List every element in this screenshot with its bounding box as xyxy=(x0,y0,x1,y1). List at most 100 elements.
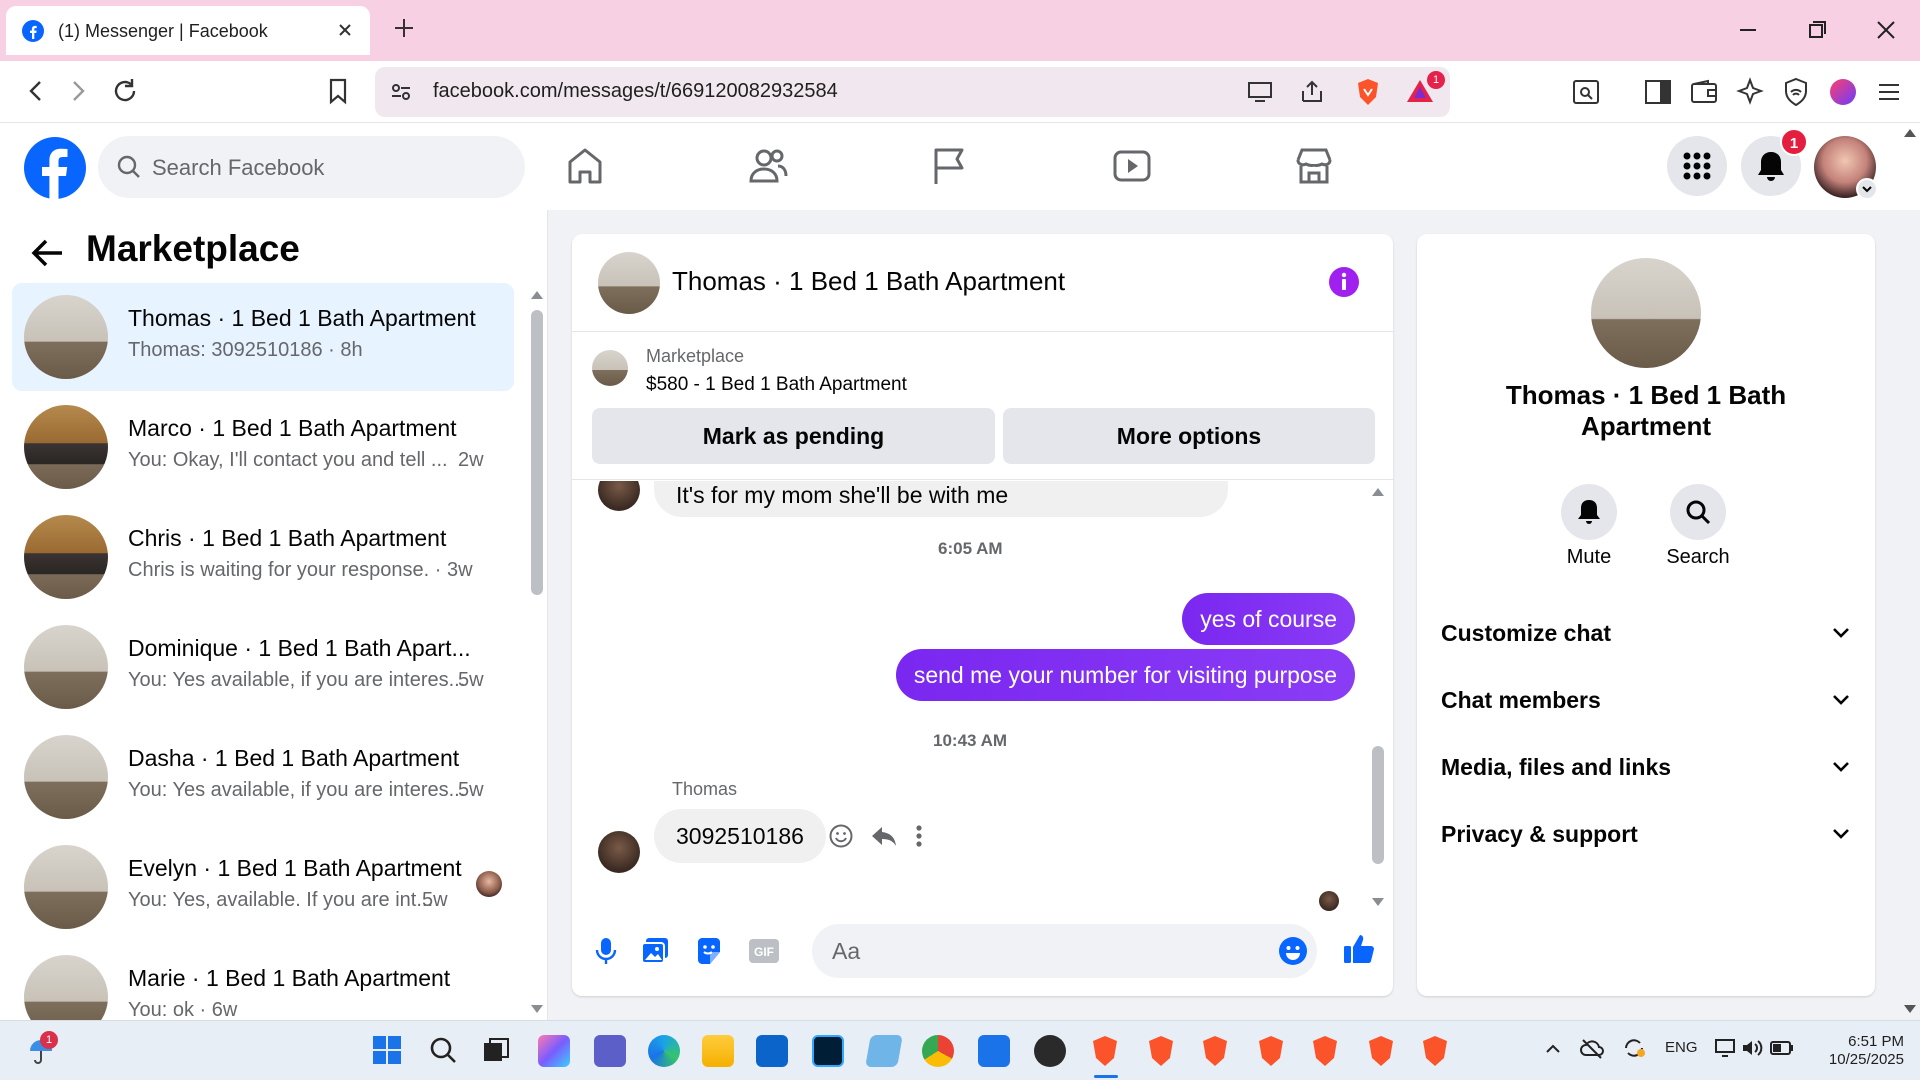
brave-taskbar-icon[interactable] xyxy=(1418,1033,1452,1067)
outgoing-message[interactable]: yes of course xyxy=(1182,593,1355,645)
scroll-down-arrow-icon[interactable] xyxy=(530,1004,544,1014)
site-settings-icon[interactable] xyxy=(389,80,413,104)
file-explorer-icon[interactable] xyxy=(702,1035,734,1067)
listing-thumbnail[interactable] xyxy=(592,350,628,386)
chat-scroll-down-icon[interactable] xyxy=(1371,897,1385,907)
outgoing-message[interactable]: send me your number for visiting purpose xyxy=(895,649,1355,701)
restore-icon[interactable] xyxy=(1805,18,1829,42)
scroll-up-arrow-icon[interactable] xyxy=(530,290,544,300)
account-chevron-icon[interactable] xyxy=(1856,178,1878,200)
outlook-icon[interactable] xyxy=(756,1035,788,1067)
new-tab-icon[interactable] xyxy=(392,16,416,40)
friends-icon[interactable] xyxy=(748,146,788,186)
mute-button[interactable] xyxy=(1561,484,1617,540)
brave-taskbar-icon[interactable] xyxy=(1254,1033,1288,1067)
privacy-support-section[interactable]: Privacy & support xyxy=(1441,809,1851,859)
page-scroll-down-icon[interactable] xyxy=(1903,1004,1917,1014)
vpn-icon[interactable] xyxy=(1783,77,1809,107)
chat-scrollbar[interactable] xyxy=(1372,746,1384,864)
leo-ai-icon[interactable] xyxy=(1736,77,1764,105)
battery-icon[interactable] xyxy=(1770,1039,1794,1057)
react-emoji-icon[interactable] xyxy=(828,823,854,849)
taskbar-search-icon[interactable] xyxy=(428,1035,458,1065)
brave-taskbar-icon[interactable] xyxy=(1198,1033,1232,1067)
app-icon[interactable] xyxy=(865,1035,903,1067)
brave-taskbar-icon[interactable] xyxy=(1308,1033,1342,1067)
voice-clip-icon[interactable] xyxy=(594,936,618,966)
bookmark-icon[interactable] xyxy=(326,77,350,105)
conversation-item[interactable]: Thomas · 1 Bed 1 Bath Apartment Thomas: … xyxy=(12,283,514,391)
address-bar[interactable]: facebook.com/messages/t/669120082932584 … xyxy=(375,67,1450,117)
close-window-icon[interactable] xyxy=(1874,18,1898,42)
app-penguin-icon[interactable] xyxy=(1034,1035,1066,1067)
minimize-icon[interactable] xyxy=(1736,18,1760,42)
brave-shields-icon[interactable] xyxy=(1355,77,1381,107)
info-icon[interactable] xyxy=(1328,266,1360,298)
sticker-icon[interactable] xyxy=(694,936,724,966)
sync-icon[interactable] xyxy=(1622,1037,1646,1059)
page-scroll-up-icon[interactable] xyxy=(1903,128,1917,138)
home-icon[interactable] xyxy=(566,146,604,186)
more-options-button[interactable]: More options xyxy=(1003,408,1375,464)
back-arrow-icon[interactable] xyxy=(30,238,64,268)
conversation-item[interactable]: Evelyn · 1 Bed 1 Bath Apartment You: Yes… xyxy=(12,833,514,941)
tray-overflow-icon[interactable] xyxy=(1544,1041,1562,1057)
cloud-offline-icon[interactable] xyxy=(1580,1037,1604,1059)
conversation-item[interactable]: Marco · 1 Bed 1 Bath Apartment You: Okay… xyxy=(12,393,514,501)
profile-avatar[interactable] xyxy=(1591,258,1701,368)
reply-icon[interactable] xyxy=(870,823,898,849)
incoming-message[interactable]: 3092510186 xyxy=(654,809,826,863)
customize-chat-section[interactable]: Customize chat xyxy=(1441,608,1851,658)
conversation-item[interactable]: Chris · 1 Bed 1 Bath Apartment Chris is … xyxy=(12,503,514,611)
browser-tab[interactable]: (1) Messenger | Facebook xyxy=(6,6,370,55)
wallet-icon[interactable] xyxy=(1690,79,1718,105)
like-thumb-icon[interactable] xyxy=(1342,932,1376,966)
gif-icon[interactable]: GIF xyxy=(748,938,780,964)
tab-close-icon[interactable] xyxy=(334,19,356,41)
marketplace-icon[interactable] xyxy=(1294,146,1334,186)
conversation-item[interactable]: Dasha · 1 Bed 1 Bath Apartment You: Yes … xyxy=(12,723,514,831)
menu-grid-button[interactable] xyxy=(1667,136,1727,196)
facebook-logo-icon[interactable] xyxy=(24,137,86,199)
windows-start-icon[interactable] xyxy=(372,1035,402,1065)
facebook-search-input[interactable]: Search Facebook xyxy=(98,136,525,198)
forward-icon[interactable] xyxy=(64,77,92,105)
menu-icon[interactable] xyxy=(1876,79,1902,105)
back-icon[interactable] xyxy=(22,77,50,105)
sidebar-toggle-icon[interactable] xyxy=(1644,79,1672,105)
more-actions-icon[interactable] xyxy=(914,823,924,849)
brave-taskbar-icon[interactable] xyxy=(1144,1033,1178,1067)
watch-video-icon[interactable] xyxy=(1112,146,1152,186)
listing-price[interactable]: $580 - 1 Bed 1 Bath Apartment xyxy=(646,374,907,396)
reload-icon[interactable] xyxy=(110,76,140,106)
chat-scroll-up-icon[interactable] xyxy=(1371,487,1385,497)
emoji-picker-icon[interactable] xyxy=(1278,936,1308,966)
media-files-links-section[interactable]: Media, files and links xyxy=(1441,742,1851,792)
teams-icon[interactable] xyxy=(594,1035,626,1067)
system-clock[interactable]: 6:51 PM 10/25/2025 xyxy=(1812,1033,1904,1069)
attach-photo-icon[interactable] xyxy=(640,936,670,966)
chrome-icon[interactable] xyxy=(922,1035,954,1067)
volume-icon[interactable] xyxy=(1740,1037,1764,1059)
reader-mode-icon[interactable] xyxy=(1572,79,1600,105)
chat-avatar[interactable] xyxy=(598,252,660,314)
message-input[interactable]: Aa xyxy=(812,924,1317,978)
task-view-icon[interactable] xyxy=(482,1037,510,1063)
chat-title[interactable]: Thomas · 1 Bed 1 Bath Apartment xyxy=(672,266,1065,297)
profile-icon[interactable] xyxy=(1830,79,1856,105)
network-icon[interactable] xyxy=(1714,1037,1736,1059)
search-in-conversation-button[interactable] xyxy=(1670,484,1726,540)
brave-taskbar-icon[interactable] xyxy=(1364,1033,1398,1067)
conversation-item[interactable]: Dominique · 1 Bed 1 Bath Apart... You: Y… xyxy=(12,613,514,721)
conversation-item[interactable]: Marie · 1 Bed 1 Bath Apartment You: ok ·… xyxy=(12,943,514,1020)
share-icon[interactable] xyxy=(1299,79,1325,105)
chat-members-section[interactable]: Chat members xyxy=(1441,675,1851,725)
cast-icon[interactable] xyxy=(1247,80,1275,104)
sidebar-scrollbar[interactable] xyxy=(531,310,543,595)
pages-flag-icon[interactable] xyxy=(931,146,967,186)
edge-icon[interactable] xyxy=(648,1035,680,1067)
notepad-icon[interactable] xyxy=(978,1035,1010,1067)
brave-taskbar-icon[interactable] xyxy=(1088,1033,1122,1067)
copilot-icon[interactable] xyxy=(538,1035,570,1067)
mark-as-pending-button[interactable]: Mark as pending xyxy=(592,408,995,464)
